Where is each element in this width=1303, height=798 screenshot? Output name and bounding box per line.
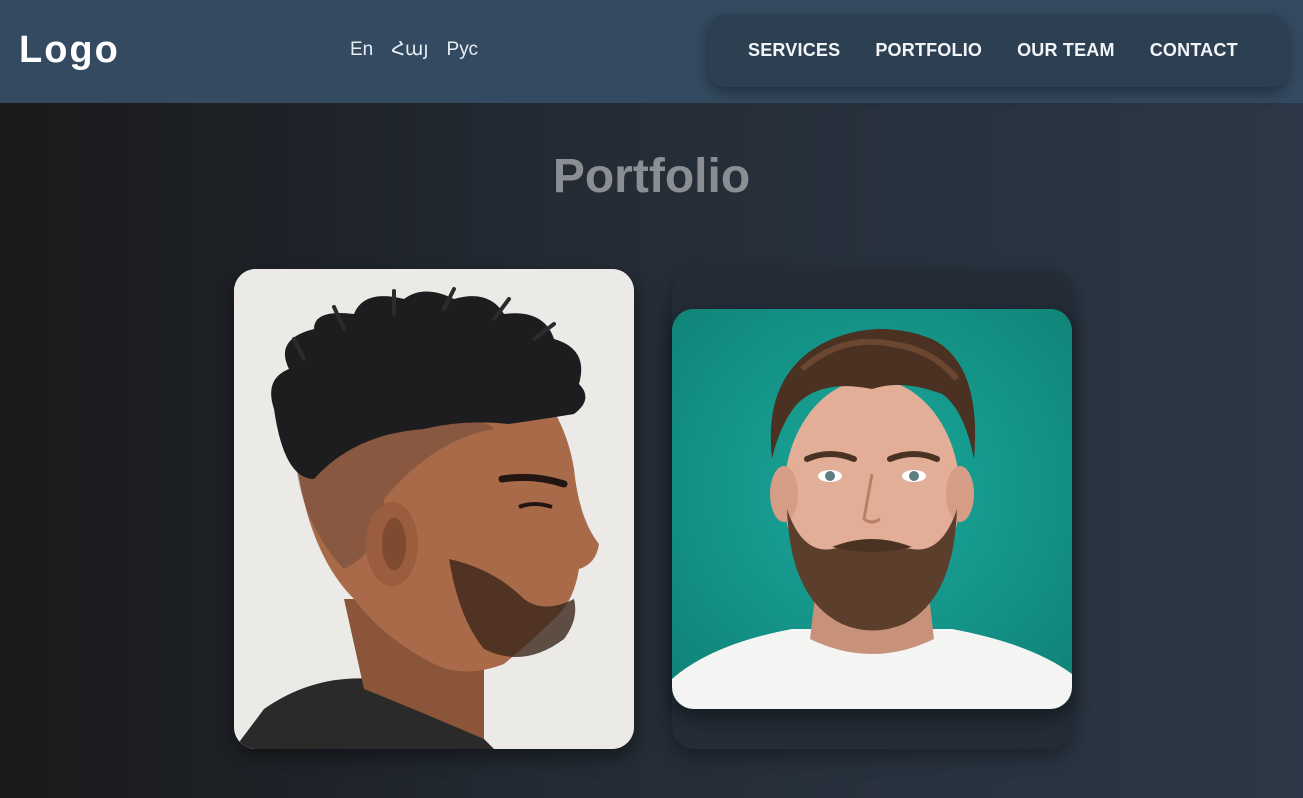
main-nav: SERVICES PORTFOLIO OUR TEAM CONTACT [708, 14, 1288, 87]
portfolio-image-2[interactable] [672, 309, 1072, 709]
nav-services[interactable]: SERVICES [748, 40, 840, 61]
lang-en[interactable]: En [350, 38, 373, 62]
portrait-profile-image [234, 269, 634, 749]
nav-our-team[interactable]: OUR TEAM [1017, 40, 1115, 61]
portfolio-image-1[interactable] [234, 269, 634, 749]
language-switcher: En Հայ Рус [350, 38, 478, 62]
logo[interactable]: Logo [19, 28, 120, 72]
lang-ru[interactable]: Рус [447, 38, 478, 62]
portrait-beard-image [672, 309, 1072, 709]
nav-contact[interactable]: CONTACT [1150, 40, 1238, 61]
lang-hy[interactable]: Հայ [391, 38, 428, 62]
site-header: Logo En Հայ Рус SERVICES PORTFOLIO OUR T… [0, 0, 1303, 103]
page-title: Portfolio [552, 150, 751, 203]
nav-portfolio[interactable]: PORTFOLIO [875, 40, 982, 61]
